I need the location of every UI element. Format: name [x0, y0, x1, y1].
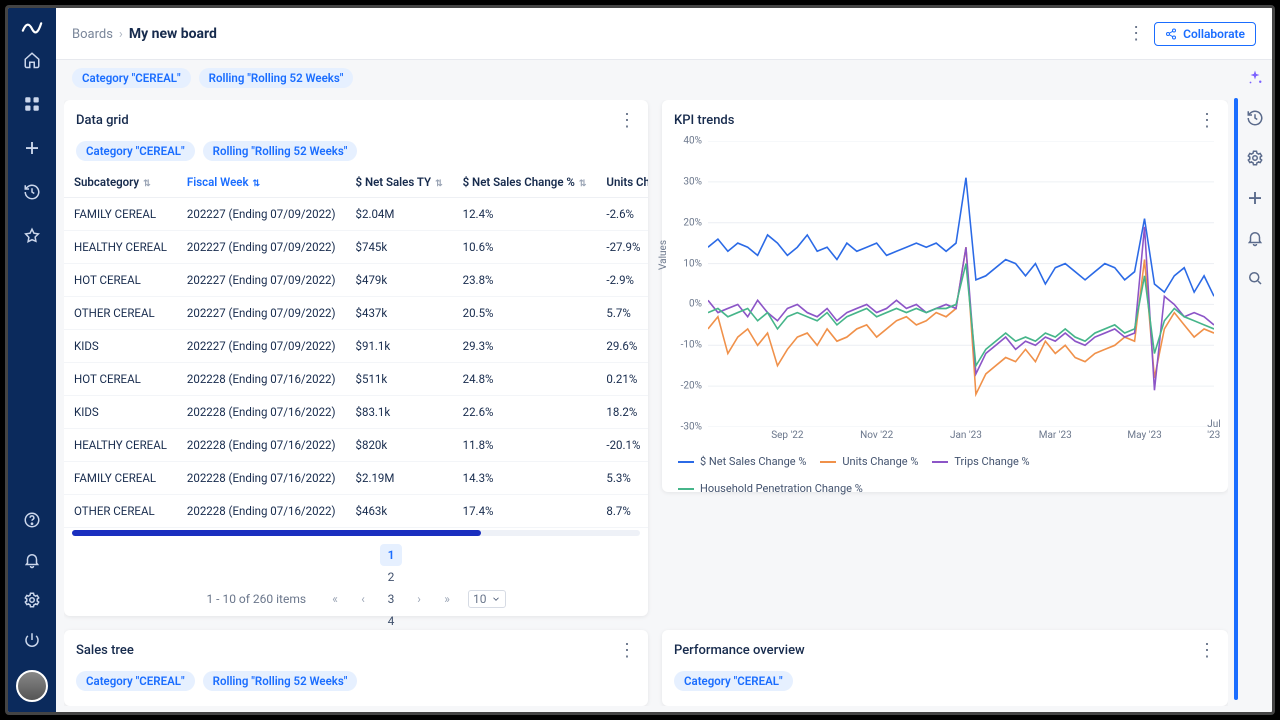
board-filters: Category "CEREAL" Rolling "Rolling 52 We… — [56, 60, 1232, 96]
bell-icon[interactable] — [22, 550, 42, 570]
history-icon[interactable] — [22, 182, 42, 202]
chart-legend: $ Net Sales Change % Units Change % Trips … — [662, 431, 1228, 503]
horizontal-scrollbar[interactable] — [72, 530, 640, 536]
card-title: Data grid — [76, 113, 129, 128]
table-row[interactable]: HOT CEREAL202228 (Ending 07/16/2022)$511… — [64, 363, 648, 396]
filter-chip-category[interactable]: Category "CEREAL" — [674, 671, 793, 691]
page-title: My new board — [129, 26, 217, 42]
y-tick-label: 20% — [664, 217, 702, 228]
card-title: Sales tree — [76, 643, 134, 658]
y-tick-label: 10% — [664, 258, 702, 269]
inspect-icon[interactable] — [1245, 268, 1265, 288]
y-tick-label: 30% — [664, 176, 702, 187]
help-icon[interactable] — [22, 510, 42, 530]
page-header: Boards›My new board ⋮ Collaborate — [56, 8, 1272, 60]
pager-page[interactable]: 2 — [380, 566, 402, 588]
column-header[interactable]: $ Net Sales Change %⇅ — [453, 167, 597, 198]
table-row[interactable]: HOT CEREAL202227 (Ending 07/09/2022)$479… — [64, 264, 648, 297]
x-tick-label: Sep '22 — [771, 430, 803, 441]
table-row[interactable]: OTHER CEREAL202228 (Ending 07/16/2022)$4… — [64, 495, 648, 528]
power-icon[interactable] — [22, 630, 42, 650]
pager-page[interactable]: 1 — [380, 544, 402, 566]
breadcrumb[interactable]: Boards›My new board — [72, 26, 217, 42]
filter-chip-category[interactable]: Category "CEREAL" — [76, 671, 195, 691]
table-row[interactable]: KIDS202227 (Ending 07/09/2022)$91.1k29.3… — [64, 330, 648, 363]
x-tick-label: May '23 — [1127, 430, 1161, 441]
card-performance-overview: Performance overview ⋮ Category "CEREAL" — [662, 630, 1228, 706]
table-row[interactable]: HEALTHY CEREAL202227 (Ending 07/09/2022)… — [64, 231, 648, 264]
filter-chip-rolling[interactable]: Rolling "Rolling 52 Weeks" — [203, 141, 358, 161]
header-menu-icon[interactable]: ⋮ — [1126, 23, 1146, 44]
pager-page[interactable]: 4 — [380, 610, 402, 632]
page-size-select[interactable]: 10 — [468, 590, 506, 608]
y-tick-label: -10% — [664, 340, 702, 351]
left-nav-rail — [8, 8, 56, 712]
kpi-chart: Values -30%-20%-10%0%10%20%30%40%Sep '22… — [708, 141, 1214, 427]
card-menu-icon[interactable]: ⋮ — [1198, 640, 1216, 661]
history-icon[interactable] — [1245, 108, 1265, 128]
filter-chip-category[interactable]: Category "CEREAL" — [72, 68, 191, 88]
y-tick-label: 0% — [664, 299, 702, 310]
filter-chip-rolling[interactable]: Rolling "Rolling 52 Weeks" — [203, 671, 358, 691]
gear-icon[interactable] — [1245, 148, 1265, 168]
add-icon[interactable] — [1245, 188, 1265, 208]
gear-icon[interactable] — [22, 590, 42, 610]
x-tick-label: Jul '23 — [1207, 419, 1220, 441]
home-icon[interactable] — [22, 50, 42, 70]
table-row[interactable]: FAMILY CEREAL202228 (Ending 07/16/2022)$… — [64, 462, 648, 495]
pager-prev-icon[interactable]: ‹ — [352, 588, 374, 610]
data-grid-table: Subcategory⇅Fiscal Week⇅$ Net Sales TY⇅$… — [64, 167, 648, 528]
card-title: Performance overview — [674, 643, 805, 658]
right-tools-rail — [1238, 50, 1272, 288]
legend-item[interactable]: Units Change % — [820, 455, 918, 468]
card-title: KPI trends — [674, 113, 734, 128]
legend-item[interactable]: Trips Change % — [932, 455, 1029, 468]
legend-item[interactable]: Household Penetration Change % — [678, 482, 863, 495]
pager-next-icon[interactable]: › — [408, 588, 430, 610]
y-tick-label: -20% — [664, 381, 702, 392]
pager-last-icon[interactable]: » — [436, 588, 458, 610]
card-menu-icon[interactable]: ⋮ — [1198, 110, 1216, 131]
legend-item[interactable]: $ Net Sales Change % — [678, 455, 806, 468]
pager-page[interactable]: 3 — [380, 588, 402, 610]
apps-icon[interactable] — [22, 94, 42, 114]
x-tick-label: Nov '22 — [860, 430, 893, 441]
card-sales-tree: Sales tree ⋮ Category "CEREAL" Rolling "R… — [64, 630, 648, 706]
pager-info: 1 - 10 of 260 items — [206, 592, 306, 606]
column-header[interactable]: Units Change %⇅ — [596, 167, 648, 198]
table-row[interactable]: HEALTHY CEREAL202228 (Ending 07/16/2022)… — [64, 429, 648, 462]
card-kpi-trends: KPI trends ⋮ Values -30%-20%-10%0%10%20%3… — [662, 100, 1228, 492]
table-row[interactable]: FAMILY CEREAL202227 (Ending 07/09/2022)$… — [64, 198, 648, 231]
x-tick-label: Jan '23 — [950, 430, 982, 441]
pager-first-icon[interactable]: « — [324, 588, 346, 610]
y-tick-label: 40% — [664, 136, 702, 147]
add-icon[interactable] — [22, 138, 42, 158]
filter-chip-rolling[interactable]: Rolling "Rolling 52 Weeks" — [199, 68, 354, 88]
x-tick-label: Mar '23 — [1039, 430, 1072, 441]
column-header[interactable]: Fiscal Week⇅ — [177, 167, 346, 198]
chevron-down-icon — [491, 594, 501, 604]
y-tick-label: -30% — [664, 422, 702, 433]
bell-icon[interactable] — [1245, 228, 1265, 248]
filter-chip-category[interactable]: Category "CEREAL" — [76, 141, 195, 161]
app-logo — [21, 16, 43, 38]
star-icon[interactable] — [22, 226, 42, 246]
sparkle-icon[interactable] — [1245, 68, 1265, 88]
table-row[interactable]: OTHER CEREAL202227 (Ending 07/09/2022)$4… — [64, 297, 648, 330]
column-header[interactable]: Subcategory⇅ — [64, 167, 177, 198]
column-header[interactable]: $ Net Sales TY⇅ — [346, 167, 453, 198]
card-menu-icon[interactable]: ⋮ — [618, 110, 636, 131]
card-menu-icon[interactable]: ⋮ — [618, 640, 636, 661]
collaborate-button[interactable]: Collaborate — [1154, 22, 1256, 46]
card-data-grid: Data grid ⋮ Category "CEREAL" Rolling "Ro… — [64, 100, 648, 616]
avatar[interactable] — [16, 670, 48, 702]
table-row[interactable]: KIDS202228 (Ending 07/16/2022)$83.1k22.6… — [64, 396, 648, 429]
